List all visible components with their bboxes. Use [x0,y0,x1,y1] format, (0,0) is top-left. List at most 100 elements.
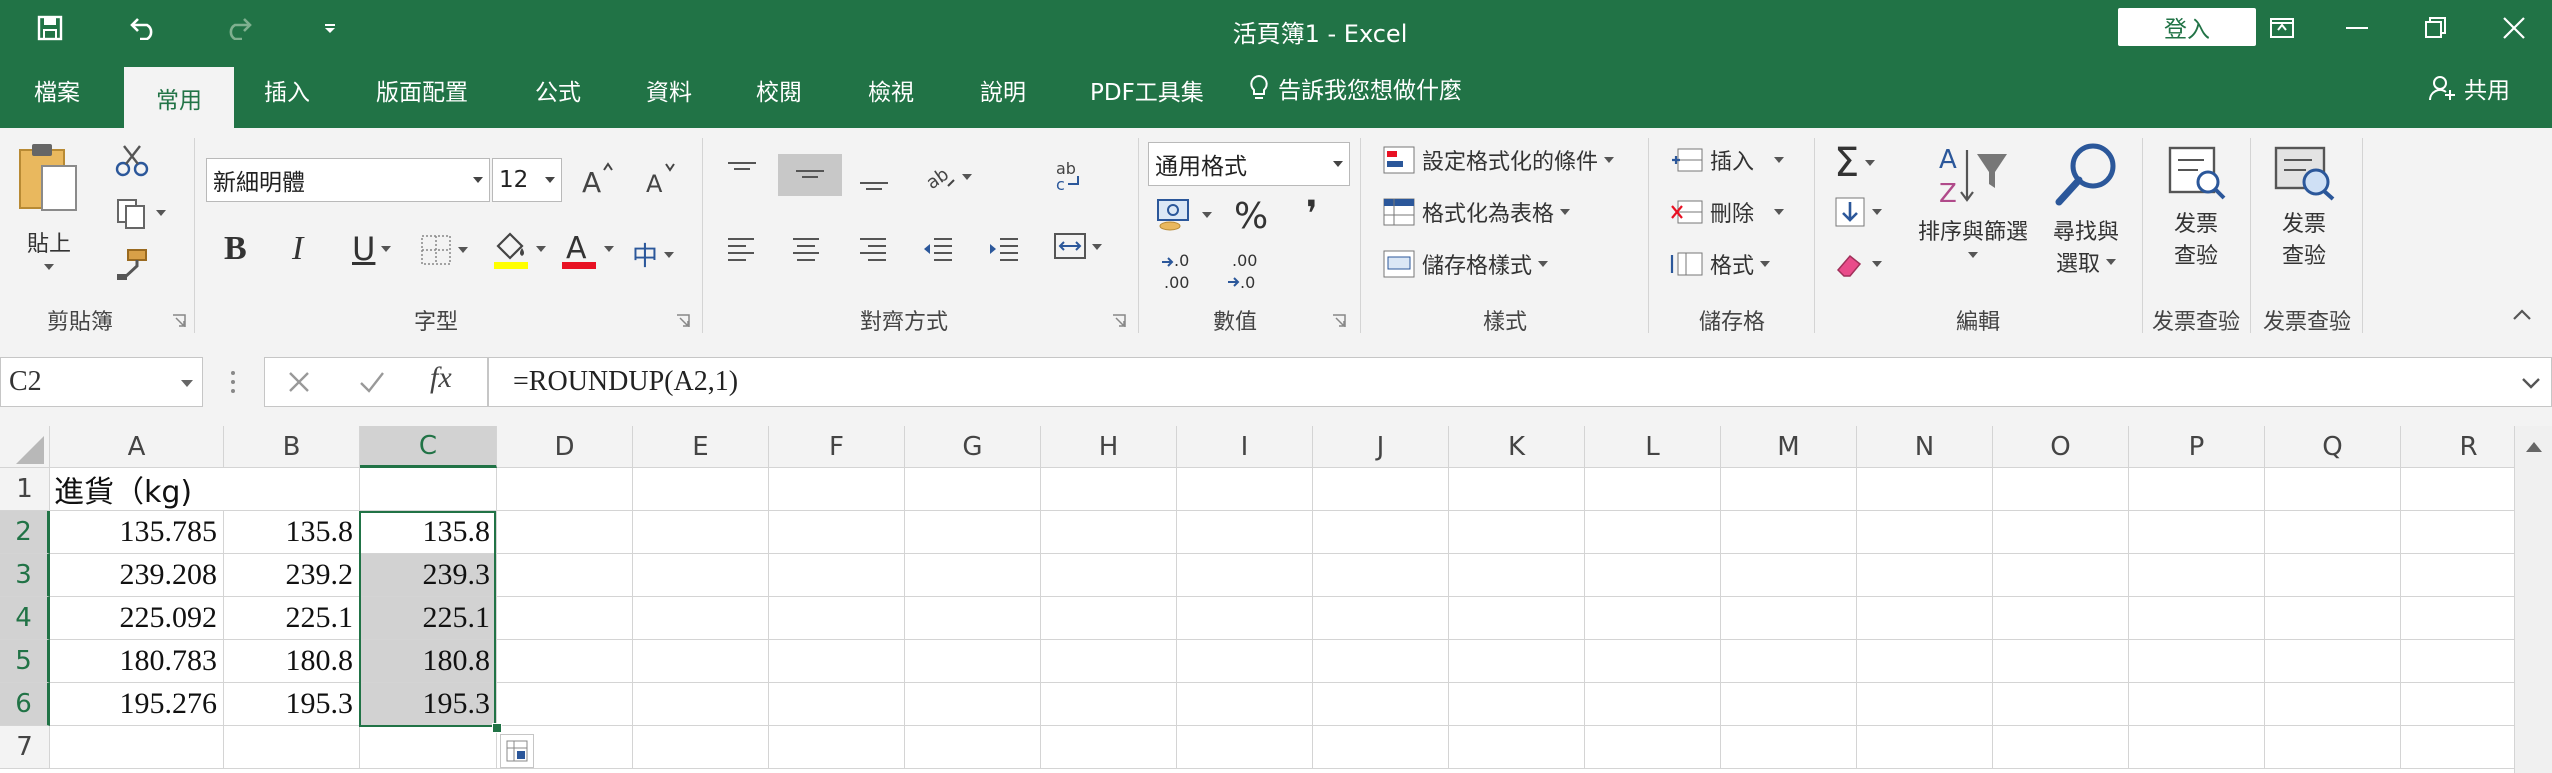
tab-review[interactable]: 校閱 [756,73,802,107]
tab-home[interactable]: 常用 [124,67,234,128]
row-header-4[interactable]: 4 [0,597,50,640]
quick-analysis-button[interactable] [500,734,534,768]
cell-q5[interactable] [2265,640,2401,683]
middle-align-icon[interactable] [778,154,842,196]
cell-m1[interactable] [1721,468,1857,511]
tab-page-layout[interactable]: 版面配置 [376,73,468,107]
cell-n1[interactable] [1857,468,1993,511]
cell-q6[interactable] [2265,683,2401,726]
tab-insert[interactable]: 插入 [264,73,310,107]
cell-a1[interactable]: 進貨（kg) [50,468,224,511]
column-header-n[interactable]: N [1857,426,1993,468]
column-header-e[interactable]: E [633,426,769,468]
insert-function-button[interactable]: fx [430,361,452,395]
fill-color-button[interactable] [492,228,546,270]
number-format-combo[interactable]: 通用格式 [1148,142,1350,186]
cell-h2[interactable] [1041,511,1177,554]
align-left-icon[interactable] [726,232,758,266]
comma-style-button[interactable]: ❜ [1306,194,1318,235]
column-header-g[interactable]: G [905,426,1041,468]
cell-d5[interactable] [497,640,633,683]
sign-in-button[interactable]: 登入 [2118,8,2256,46]
font-name-combo[interactable]: 新細明體 [206,158,490,202]
cell-d3[interactable] [497,554,633,597]
column-header-k[interactable]: K [1449,426,1585,468]
alignment-launcher-icon[interactable] [1112,314,1126,328]
row-header-6[interactable]: 6 [0,683,50,726]
cell-i2[interactable] [1177,511,1313,554]
orientation-icon[interactable]: ab [924,160,972,194]
cell-h3[interactable] [1041,554,1177,597]
cell-k3[interactable] [1449,554,1585,597]
select-all-corner[interactable] [0,426,50,468]
merge-center-icon[interactable] [1054,230,1102,264]
italic-button[interactable]: I [292,230,303,268]
sort-filter-button[interactable]: A Z 排序與篩選 [1914,140,2032,258]
font-color-dropdown-icon[interactable] [604,246,614,252]
cell-h6[interactable] [1041,683,1177,726]
font-size-combo[interactable]: 12 [492,158,562,202]
cell-n4[interactable] [1857,597,1993,640]
cell-m4[interactable] [1721,597,1857,640]
formula-input[interactable]: =ROUNDUP(A2,1) [488,357,2552,407]
cell-f7[interactable] [769,726,905,769]
cell-g3[interactable] [905,554,1041,597]
cell-k6[interactable] [1449,683,1585,726]
phonetic-guide-button[interactable]: 中 [632,236,675,273]
cell-h4[interactable] [1041,597,1177,640]
increase-font-size-icon[interactable]: A [580,160,614,196]
cell-q7[interactable] [2265,726,2401,769]
cell-n2[interactable] [1857,511,1993,554]
cell-c7[interactable] [360,726,497,769]
cell-p5[interactable] [2129,640,2265,683]
cell-q2[interactable] [2265,511,2401,554]
underline-dropdown-icon[interactable] [381,246,392,252]
cell-e1[interactable] [633,468,769,511]
cell-o2[interactable] [1993,511,2129,554]
name-box[interactable]: C2 [0,357,203,407]
cell-o4[interactable] [1993,597,2129,640]
cell-k2[interactable] [1449,511,1585,554]
cell-b7[interactable] [224,726,360,769]
cell-j5[interactable] [1313,640,1449,683]
close-icon[interactable] [2484,8,2544,48]
vertical-scrollbar[interactable] [2514,426,2552,773]
column-header-b[interactable]: B [224,426,360,468]
customize-quick-access-icon[interactable] [312,10,348,46]
column-header-i[interactable]: I [1177,426,1313,468]
decrease-indent-icon[interactable] [922,232,954,266]
bottom-align-icon[interactable] [858,164,890,198]
cell-l2[interactable] [1585,511,1721,554]
cell-d4[interactable] [497,597,633,640]
cell-k1[interactable] [1449,468,1585,511]
decrease-font-size-icon[interactable]: A [644,160,678,196]
cell-e6[interactable] [633,683,769,726]
restore-icon[interactable] [2406,8,2466,48]
cell-p4[interactable] [2129,597,2265,640]
decrease-decimal-icon[interactable]: .00.0 [1226,250,1270,294]
cell-g4[interactable] [905,597,1041,640]
cell-i6[interactable] [1177,683,1313,726]
cell-l5[interactable] [1585,640,1721,683]
increase-decimal-icon[interactable]: .0.00 [1160,250,1204,294]
cell-a7[interactable] [50,726,224,769]
cell-o1[interactable] [1993,468,2129,511]
tab-help[interactable]: 說明 [980,73,1026,107]
cell-h1[interactable] [1041,468,1177,511]
column-header-m[interactable]: M [1721,426,1857,468]
expand-formula-bar-icon[interactable] [2521,376,2541,390]
minimize-icon[interactable] [2328,8,2388,48]
cell-d2[interactable] [497,511,633,554]
fill-color-dropdown-icon[interactable] [536,246,546,252]
cell-i3[interactable] [1177,554,1313,597]
autosum-button[interactable]: Σ [1834,140,1876,186]
ribbon-display-options-icon[interactable] [2252,8,2312,48]
cell-c1[interactable] [360,468,497,511]
cell-i4[interactable] [1177,597,1313,640]
tab-formulas[interactable]: 公式 [535,73,581,107]
font-launcher-icon[interactable] [676,314,690,328]
cell-f1[interactable] [769,468,905,511]
cell-k5[interactable] [1449,640,1585,683]
cell-c2[interactable]: 135.8 [360,511,497,554]
row-header-1[interactable]: 1 [0,468,50,511]
